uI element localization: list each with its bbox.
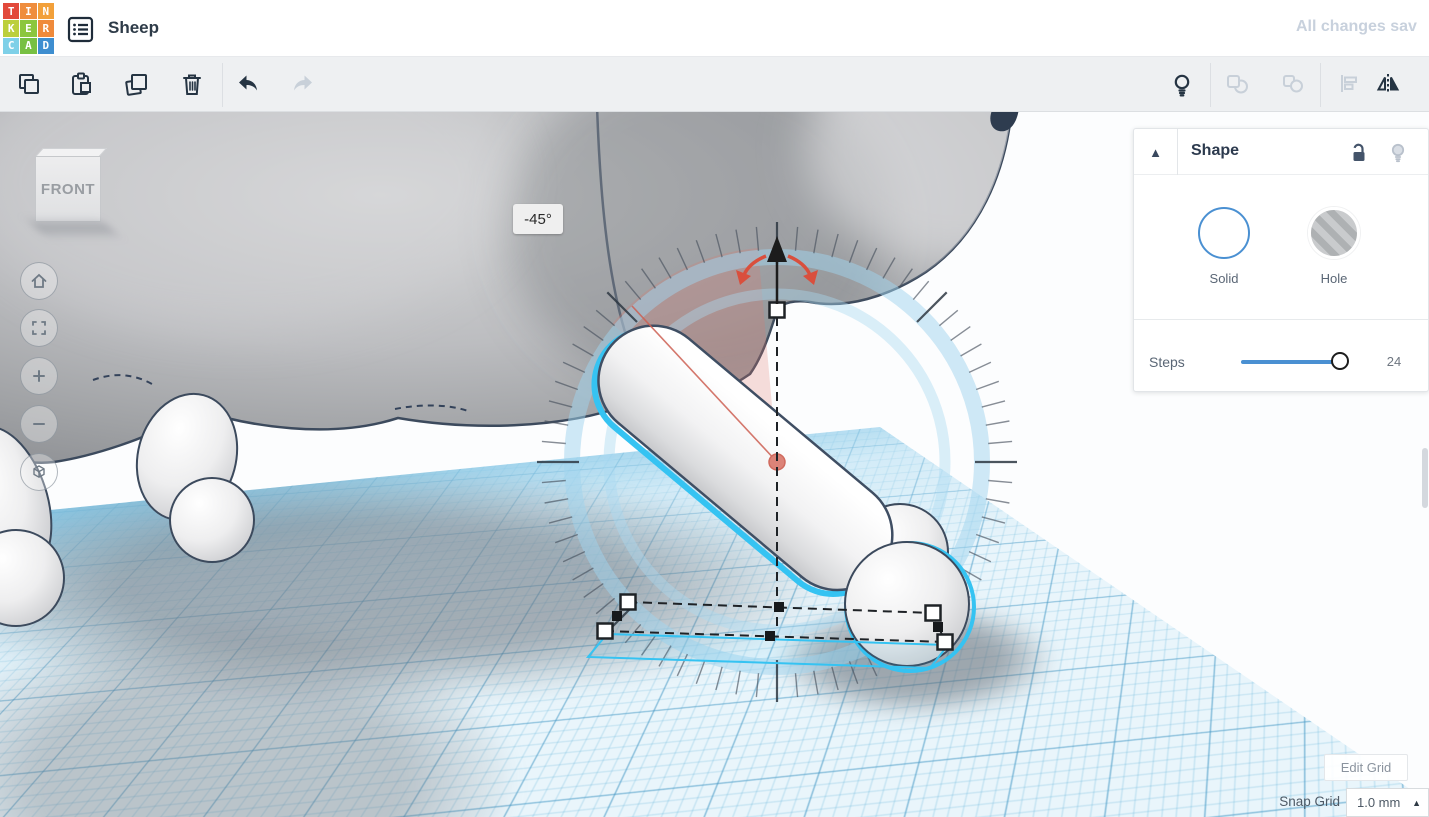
ungroup-button[interactable] <box>1273 64 1315 106</box>
perspective-toggle-button[interactable] <box>20 453 58 491</box>
sheep-ear <box>990 112 1019 132</box>
zoom-in-button[interactable] <box>20 357 58 395</box>
edit-grid-button[interactable]: Edit Grid <box>1324 754 1408 781</box>
minus-icon <box>33 423 45 425</box>
scale-handle[interactable] <box>936 633 954 651</box>
edge-handle[interactable] <box>612 611 622 621</box>
steps-value: 24 <box>1386 354 1402 369</box>
home-view-button[interactable] <box>20 262 58 300</box>
rotation-angle-badge: -45° <box>513 204 563 234</box>
show-all-button[interactable] <box>1161 64 1203 106</box>
logo-letter: C <box>3 37 20 54</box>
toolbar-separator <box>1320 63 1321 107</box>
scale-handle[interactable] <box>924 604 942 622</box>
collapse-panel-button[interactable]: ▲ <box>1134 129 1178 175</box>
toolbar-separator <box>1210 63 1211 107</box>
undo-button[interactable] <box>227 64 269 106</box>
fit-view-icon <box>32 321 46 335</box>
properties-menu-button[interactable] <box>67 16 94 43</box>
group-icon <box>1227 75 1248 94</box>
hole-label: Hole <box>1320 271 1348 286</box>
edge-handle[interactable] <box>933 622 943 632</box>
trash-icon <box>183 74 201 95</box>
logo-letter: A <box>20 37 37 54</box>
save-status-text: All changes sav <box>1296 18 1417 35</box>
chevron-up-icon: ▲ <box>1412 797 1421 808</box>
ungroup-icon <box>1283 75 1303 93</box>
logo-letter: E <box>20 20 37 37</box>
delete-button[interactable] <box>171 64 213 106</box>
paste-button[interactable] <box>61 64 103 106</box>
unlock-icon <box>1353 143 1365 161</box>
logo-letter: R <box>37 20 54 37</box>
top-bar: T I N K E R C A D Sheep All changes sav <box>0 0 1429 57</box>
mirror-icon <box>1376 74 1400 93</box>
copy-icon <box>19 74 39 94</box>
align-button[interactable] <box>1329 64 1371 106</box>
mirror-button[interactable] <box>1367 64 1409 106</box>
hole-swatch[interactable] <box>1308 207 1360 259</box>
logo-letter: T <box>3 3 20 20</box>
duplicate-icon <box>125 74 147 96</box>
group-button[interactable] <box>1217 64 1259 106</box>
editor-toolbar <box>0 57 1429 112</box>
zoom-out-button[interactable] <box>20 405 58 443</box>
redo-button[interactable] <box>282 64 324 106</box>
lightbulb-icon <box>1174 74 1190 97</box>
toolbar-separator <box>222 63 223 107</box>
scrollbar-thumb[interactable] <box>1422 448 1428 508</box>
plus-icon <box>33 370 45 382</box>
list-icon <box>67 16 94 43</box>
ortho-cube-icon <box>33 465 45 478</box>
steps-slider-handle[interactable] <box>1331 352 1349 370</box>
solid-option[interactable]: Solid <box>1169 207 1279 286</box>
lightbulb-icon <box>1391 143 1405 163</box>
hide-shape-button[interactable] <box>1386 141 1410 165</box>
shape-inspector-panel: ▲ Shape Solid Hole Steps 24 <box>1133 128 1429 392</box>
scale-handle[interactable] <box>596 622 614 640</box>
scale-handle[interactable] <box>619 593 637 611</box>
edge-handle[interactable] <box>765 631 775 641</box>
panel-divider <box>1134 319 1428 320</box>
undo-icon <box>239 75 257 91</box>
home-icon <box>31 273 47 288</box>
tinkercad-logo[interactable]: T I N K E R C A D <box>3 3 54 54</box>
scale-handle-top[interactable] <box>768 301 786 319</box>
solid-swatch[interactable] <box>1198 207 1250 259</box>
solid-label: Solid <box>1209 271 1239 286</box>
steps-slider-track[interactable] <box>1241 360 1344 364</box>
align-icon <box>1341 75 1357 92</box>
view-cube-shadow <box>29 222 117 234</box>
duplicate-button[interactable] <box>116 64 158 106</box>
snap-grid-dropdown[interactable]: 1.0 mm ▲ <box>1346 788 1429 817</box>
logo-letter: K <box>3 20 20 37</box>
steps-label: Steps <box>1149 354 1185 370</box>
logo-letter: N <box>37 3 54 20</box>
hole-option[interactable]: Hole <box>1279 207 1389 286</box>
view-cube-front-face[interactable]: FRONT <box>35 156 101 222</box>
snap-grid-value: 1.0 mm <box>1357 795 1401 810</box>
redo-icon <box>294 75 312 91</box>
snap-grid-label: Snap Grid <box>1279 794 1340 809</box>
copy-button[interactable] <box>9 64 51 106</box>
edge-handle[interactable] <box>774 602 784 612</box>
shape-panel-title: Shape <box>1191 142 1240 159</box>
lock-button[interactable] <box>1346 141 1370 165</box>
fit-view-button[interactable] <box>20 309 58 347</box>
paste-icon <box>72 72 91 95</box>
logo-letter: I <box>20 3 37 20</box>
logo-letter: D <box>37 37 54 54</box>
design-title[interactable]: Sheep <box>108 18 159 38</box>
shape-panel-header: ▲ Shape <box>1134 129 1428 175</box>
